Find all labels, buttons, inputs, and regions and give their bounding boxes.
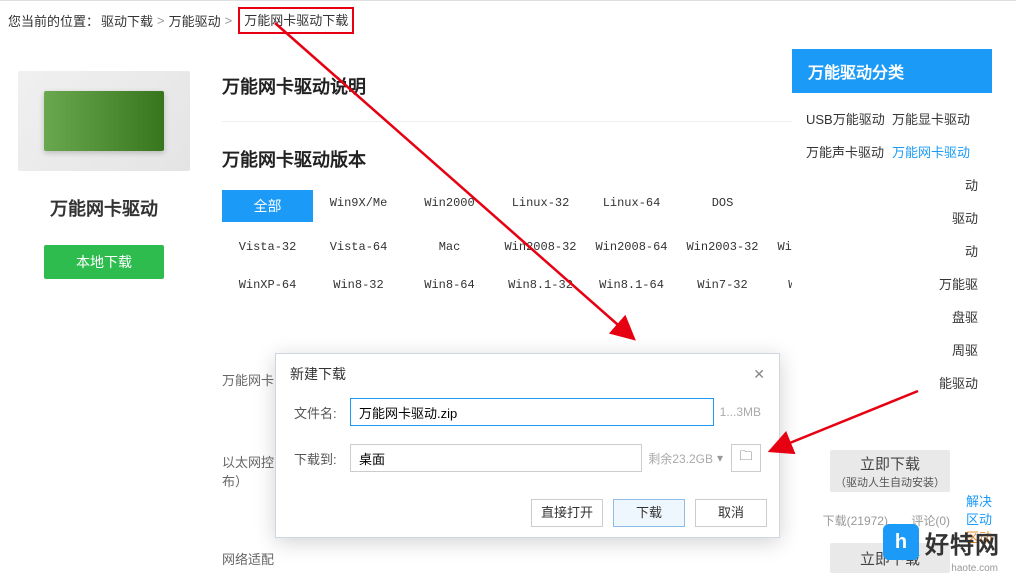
- close-icon[interactable]: ✕: [753, 366, 765, 383]
- list-item: 网络适配 立即下载: [222, 543, 950, 573]
- sidebar-categories: 万能驱动分类 USB万能驱动 万能显卡驱动 万能声卡驱动 万能网卡驱动 动 驱动…: [792, 49, 992, 410]
- file-size: 1...3MB: [720, 405, 761, 419]
- item-name: 以太网控布）: [222, 452, 274, 490]
- sidebar-item[interactable]: 盘驱: [806, 307, 978, 326]
- browse-folder-button[interactable]: 🗀: [731, 444, 761, 472]
- brand-domain: haote.com: [951, 563, 998, 574]
- tab-win2008-64[interactable]: Win2008-64: [586, 234, 677, 260]
- download-count: 下载(21972): [823, 514, 888, 528]
- free-space: 剩余23.2GB ▾: [648, 450, 723, 467]
- brand-name: 好特网: [925, 525, 1000, 560]
- sidebar-item-usb[interactable]: USB万能驱动: [806, 109, 892, 128]
- download-sub: （驱动人生自动安装）: [830, 474, 950, 490]
- filename-label: 文件名:: [294, 403, 350, 422]
- sidebar-item[interactable]: 周驱: [806, 340, 978, 359]
- sidebar-item[interactable]: 动: [806, 241, 978, 260]
- download-dialog: 新建下载 ✕ 文件名: 1...3MB 下载到: 剩余23.2GB ▾ 🗀 直接…: [275, 353, 780, 538]
- product-image: [18, 71, 190, 171]
- item-name: 万能网卡: [222, 370, 274, 389]
- sidebar-item-audio[interactable]: 万能声卡驱动: [806, 142, 892, 161]
- sidebar-header: 万能驱动分类: [792, 49, 992, 93]
- download-now-button[interactable]: 立即下载 （驱动人生自动安装）: [830, 450, 950, 492]
- tab-win2000[interactable]: Win2000: [404, 190, 495, 222]
- breadcrumb-sep: >: [157, 13, 165, 28]
- tab-win8-64[interactable]: Win8-64: [404, 272, 495, 298]
- sidebar-item[interactable]: 万能驱: [806, 274, 978, 293]
- breadcrumb: 您当前的位置： 驱动下载 > 万能驱动 > 万能网卡驱动下载: [0, 1, 1016, 40]
- product-card: 万能网卡驱动 本地下载: [18, 71, 190, 279]
- tab-linux64[interactable]: Linux-64: [586, 190, 677, 222]
- tab-win81-32[interactable]: Win8.1-32: [495, 272, 586, 298]
- sidebar-item[interactable]: 能驱动: [806, 373, 978, 392]
- tab-dos[interactable]: DOS: [677, 190, 768, 222]
- breadcrumb-label: 您当前的位置：: [8, 11, 99, 30]
- sidebar-item[interactable]: 驱动: [806, 208, 978, 227]
- dest-label: 下载到:: [294, 449, 350, 468]
- tab-win9x[interactable]: Win9X/Me: [313, 190, 404, 222]
- dest-input[interactable]: [350, 444, 642, 472]
- download-button[interactable]: 下载: [613, 499, 685, 527]
- dialog-title: 新建下载: [290, 364, 346, 384]
- tab-vista64[interactable]: Vista-64: [313, 234, 404, 260]
- breadcrumb-sep: >: [225, 13, 233, 28]
- open-directly-button[interactable]: 直接打开: [531, 499, 603, 527]
- link-solve[interactable]: 解决: [966, 491, 992, 510]
- tab-win81-64[interactable]: Win8.1-64: [586, 272, 677, 298]
- logo-icon: h: [883, 524, 919, 560]
- download-label: 立即下载: [830, 453, 950, 474]
- sidebar-item[interactable]: 动: [806, 175, 978, 194]
- local-download-button[interactable]: 本地下载: [44, 245, 164, 279]
- tab-linux32[interactable]: Linux-32: [495, 190, 586, 222]
- sidebar-item-net[interactable]: 万能网卡驱动: [892, 142, 978, 161]
- tab-winxp64[interactable]: WinXP-64: [222, 272, 313, 298]
- item-name: 网络适配: [222, 549, 274, 568]
- tab-win2008-32[interactable]: Win2008-32: [495, 234, 586, 260]
- breadcrumb-link-1[interactable]: 驱动下载: [101, 11, 153, 30]
- tab-mac[interactable]: Mac: [404, 234, 495, 260]
- tab-win2003-32[interactable]: Win2003-32: [677, 234, 768, 260]
- tab-all[interactable]: 全部: [222, 190, 313, 222]
- folder-icon: 🗀: [739, 447, 752, 469]
- sidebar-item-gpu[interactable]: 万能显卡驱动: [892, 109, 978, 128]
- breadcrumb-link-3[interactable]: 万能网卡驱动下载: [244, 13, 348, 28]
- tab-win7-32[interactable]: Win7-32: [677, 272, 768, 298]
- product-title: 万能网卡驱动: [18, 195, 190, 221]
- cancel-button[interactable]: 取消: [695, 499, 767, 527]
- breadcrumb-link-2[interactable]: 万能驱动: [169, 11, 221, 30]
- tab-vista32[interactable]: Vista-32: [222, 234, 313, 260]
- tab-win8-32[interactable]: Win8-32: [313, 272, 404, 298]
- filename-input[interactable]: [350, 398, 714, 426]
- chevron-down-icon[interactable]: ▾: [717, 451, 723, 465]
- brand-logo: h 好特网 haote.com: [883, 524, 1000, 560]
